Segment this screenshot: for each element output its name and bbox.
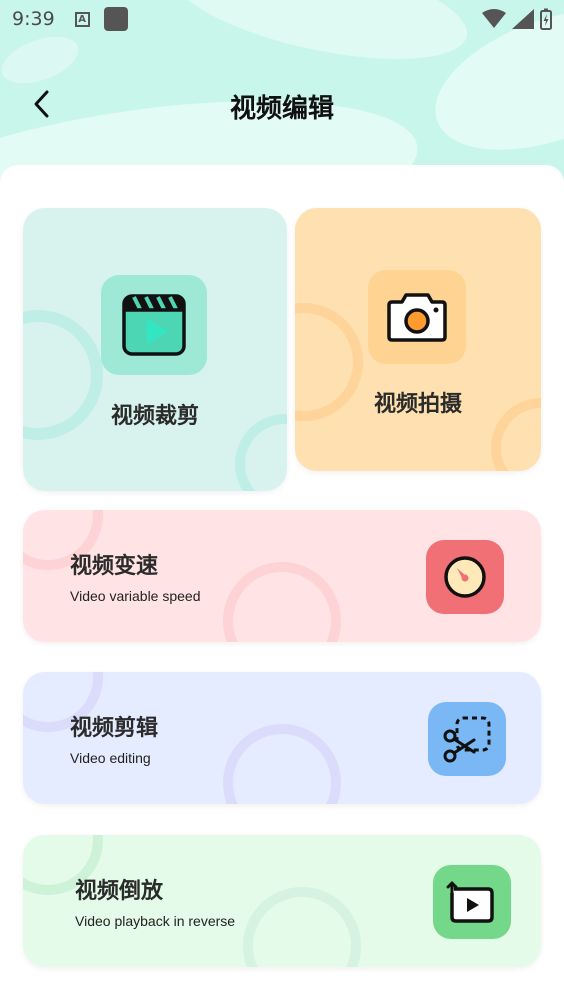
reverse-play-icon bbox=[446, 881, 494, 923]
video-shoot-icon-tile bbox=[368, 270, 466, 364]
clapperboard-play-icon bbox=[122, 294, 186, 356]
video-reverse-subtitle: Video playback in reverse bbox=[75, 913, 236, 929]
video-speed-icon-tile bbox=[426, 540, 504, 614]
video-edit-title: 视频剪辑 bbox=[70, 716, 159, 741]
notification-app-icon bbox=[103, 7, 128, 31]
video-speed-card[interactable]: 视频变速 Video variable speed bbox=[23, 510, 541, 642]
video-crop-card[interactable]: 视频裁剪 bbox=[23, 208, 287, 491]
status-time: 9:39 bbox=[12, 8, 55, 30]
battery-icon bbox=[540, 8, 552, 30]
camera-icon bbox=[387, 293, 447, 342]
video-speed-subtitle: Video variable speed bbox=[70, 588, 201, 604]
video-reverse-title: 视频倒放 bbox=[75, 879, 164, 904]
notification-a-icon: A bbox=[74, 11, 90, 27]
page-title: 视频编辑 bbox=[229, 94, 334, 124]
video-crop-icon-tile bbox=[101, 275, 207, 375]
signal-icon bbox=[512, 9, 534, 29]
video-edit-subtitle: Video editing bbox=[70, 750, 151, 766]
wifi-icon bbox=[482, 9, 506, 28]
video-shoot-card[interactable]: 视频拍摄 bbox=[295, 208, 541, 471]
nav-bar: 视频编辑 bbox=[0, 78, 564, 130]
video-reverse-icon-tile bbox=[433, 865, 511, 939]
video-edit-icon-tile bbox=[428, 702, 506, 776]
video-crop-label: 视频裁剪 bbox=[110, 404, 199, 429]
video-speed-title: 视频变速 bbox=[70, 554, 159, 579]
video-reverse-card[interactable]: 视频倒放 Video playback in reverse bbox=[23, 835, 541, 967]
status-bar: 9:39 A bbox=[0, 0, 564, 38]
video-edit-card[interactable]: 视频剪辑 Video editing bbox=[23, 672, 541, 804]
scissors-icon bbox=[443, 716, 491, 763]
video-shoot-label: 视频拍摄 bbox=[373, 392, 462, 417]
speedometer-icon bbox=[444, 556, 486, 598]
